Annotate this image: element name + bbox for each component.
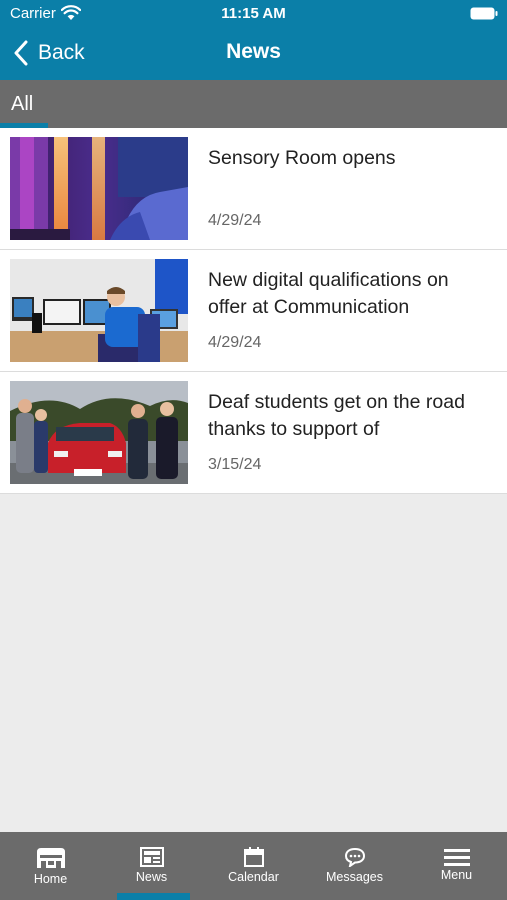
news-date: 4/29/24: [208, 212, 262, 229]
computer-lab-thumbnail: [10, 259, 188, 362]
filter-tab-label: All: [11, 93, 34, 115]
news-item[interactable]: Sensory Room opens 4/29/24: [0, 128, 507, 250]
tab-label: Menu: [440, 868, 473, 882]
home-icon: [36, 848, 65, 868]
status-time: 11:15 AM: [221, 5, 286, 22]
tab-label: News: [135, 870, 168, 884]
tab-label: Home: [33, 872, 68, 886]
tab-calendar[interactable]: Calendar: [203, 832, 304, 900]
news-title: Sensory Room opens: [208, 147, 396, 169]
news-list: Sensory Room opens 4/29/24 New digital q…: [0, 128, 507, 494]
menu-icon: [443, 849, 470, 866]
calendar-icon: [243, 847, 264, 867]
page-title: News: [226, 40, 281, 63]
news-icon: [139, 847, 164, 867]
active-tab-indicator: [117, 893, 190, 900]
app-header: Carrier 11:15 AM Back News: [0, 0, 507, 80]
news-title: Deaf students get on the road thanks to …: [208, 391, 465, 440]
bottom-tab-bar: Home News Calendar Messages Menu: [0, 832, 507, 900]
news-title: New digital qualifications on offer at C…: [208, 269, 449, 318]
tab-menu[interactable]: Menu: [406, 832, 507, 900]
nav-bar: Back News: [0, 28, 507, 80]
news-date: 3/15/24: [208, 456, 262, 473]
students-car-thumbnail: [10, 381, 188, 484]
messages-icon: [344, 847, 365, 867]
news-screen: Carrier 11:15 AM Back News All Sensory R…: [0, 0, 507, 900]
category-filter-bar: All: [0, 80, 507, 128]
sensory-room-thumbnail: [10, 137, 188, 240]
tab-label: Calendar: [228, 870, 279, 884]
tab-home[interactable]: Home: [0, 832, 101, 900]
tab-label: Messages: [326, 870, 383, 884]
tab-news[interactable]: News: [101, 832, 202, 900]
news-item[interactable]: Deaf students get on the road thanks to …: [0, 372, 507, 494]
battery-icon: [470, 7, 498, 20]
status-bar: Carrier 11:15 AM: [0, 0, 507, 28]
news-date: 4/29/24: [208, 334, 262, 351]
tab-messages[interactable]: Messages: [304, 832, 405, 900]
news-item[interactable]: New digital qualifications on offer at C…: [0, 250, 507, 372]
filter-tab-all[interactable]: All: [0, 80, 48, 128]
